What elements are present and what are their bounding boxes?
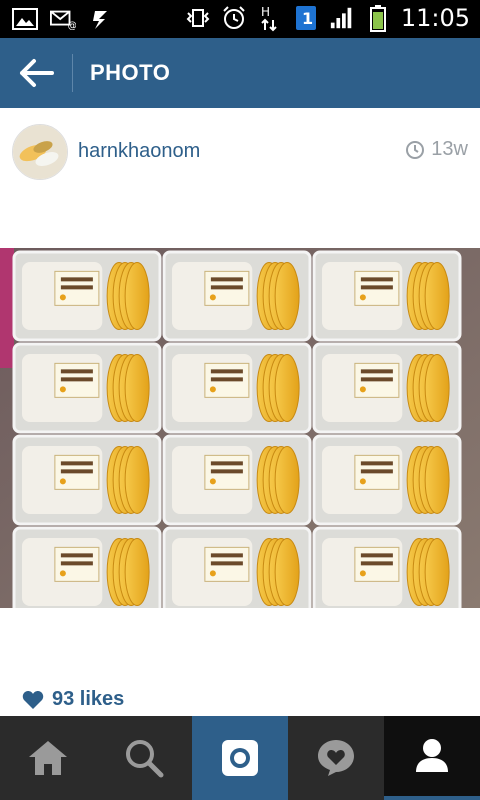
profile-icon [416,739,448,772]
header-divider [72,54,73,92]
gallery-icon [12,6,38,32]
post-age-label: 13w [431,138,468,160]
food-box [12,342,162,434]
food-box [12,526,162,618]
food-box [12,434,162,526]
signal-icon [329,5,355,31]
bottom-nav [0,716,480,800]
avatar[interactable] [12,124,68,180]
alarm-icon [221,5,247,31]
camera-icon [222,740,258,776]
post-age: 13w [405,138,468,161]
usb-icon [88,6,114,32]
data-label: H [261,5,270,19]
clock-icon [406,140,425,159]
food-box [312,526,462,618]
food-box [312,342,462,434]
food-box [162,250,312,342]
svg-text:1: 1 [302,9,313,28]
post-photo[interactable] [0,248,480,618]
food-box [162,526,312,618]
likes-count[interactable]: 93 likes [22,688,124,711]
home-icon [29,741,67,775]
nav-camera-button[interactable] [192,716,288,800]
clock-time: 11:05 [400,4,470,32]
back-button[interactable] [12,50,60,96]
data-transfer-icon: H [257,5,283,32]
nav-home-button[interactable] [0,716,96,800]
battery-icon [365,5,391,32]
nav-activity-button[interactable] [288,716,384,800]
nav-search-button[interactable] [96,716,192,800]
page-title: PHOTO [90,60,171,85]
food-box [162,342,312,434]
svg-text:@: @ [68,20,76,30]
search-icon [126,740,164,778]
username-link[interactable]: harnkhaonom [78,140,200,163]
likes-label: 93 likes [52,688,125,710]
mango-sticky-rice-image [0,248,480,618]
food-box [312,434,462,526]
food-box [162,434,312,526]
messaging-icon: @ [50,6,76,32]
food-box [312,250,462,342]
back-arrow-icon [20,59,54,87]
post-header: harnkhaonom 13w [0,108,480,188]
sim-badge-icon: 1 [293,5,319,31]
vibrate-icon [185,5,211,31]
food-box [12,250,162,342]
status-bar: @ H 1 11:05 [0,0,480,38]
heart-icon [22,690,44,709]
nav-profile-button[interactable] [384,716,480,800]
app-bar: PHOTO [0,38,480,108]
activity-icon [318,740,354,776]
